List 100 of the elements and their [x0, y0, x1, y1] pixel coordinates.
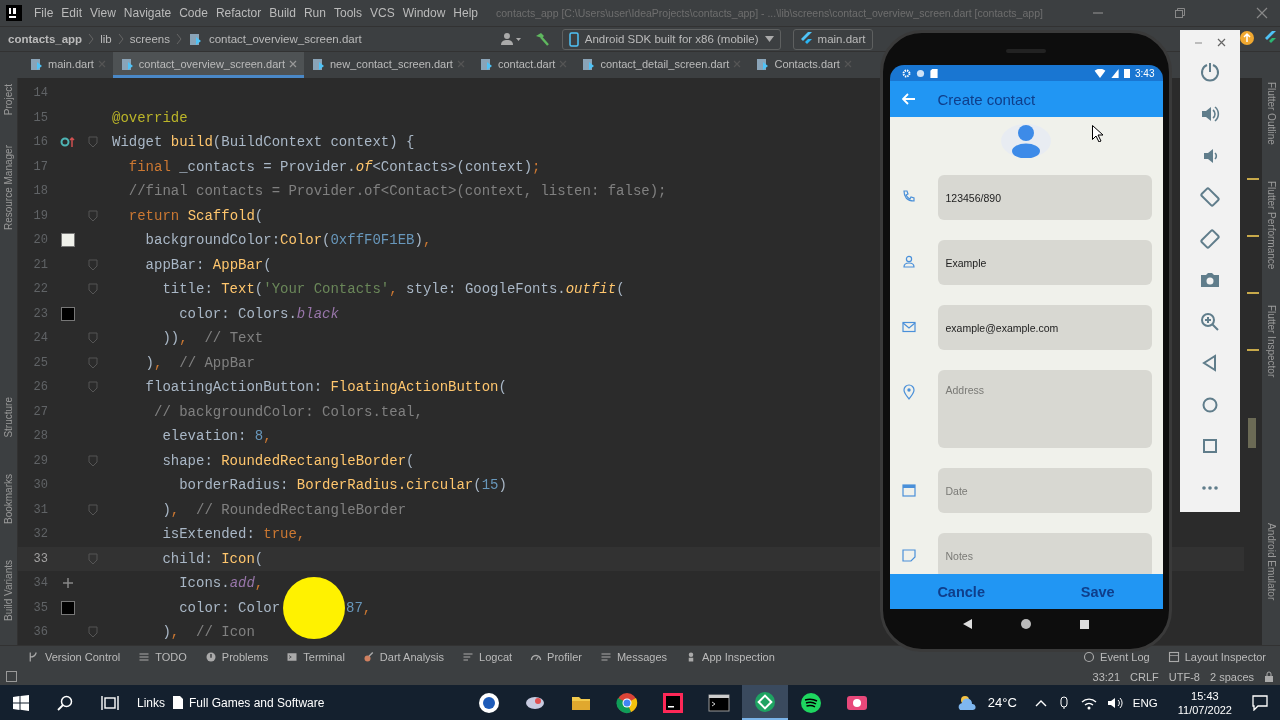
tool-window-button[interactable]: Resource Manager [3, 145, 14, 231]
color-swatch[interactable] [61, 306, 75, 321]
breadcrumb-item[interactable]: screens [129, 33, 170, 45]
taskbar-app[interactable] [742, 685, 789, 720]
color-swatch[interactable] [61, 600, 75, 615]
fold-marker-icon[interactable] [88, 552, 98, 565]
breadcrumb-item[interactable]: contact_overview_screen.dart [208, 33, 362, 45]
tool-window-button[interactable]: Project [3, 84, 14, 116]
panel-toggle-icon[interactable] [6, 671, 17, 682]
menu-item[interactable]: Refactor [211, 6, 266, 20]
tool-window-button[interactable]: Messages [599, 651, 668, 663]
input-field[interactable]: example@example.com [937, 305, 1152, 350]
fold-marker-icon[interactable] [88, 136, 98, 149]
status-item[interactable]: CRLF [1130, 670, 1159, 683]
input-field[interactable]: Example [937, 240, 1152, 285]
fold-marker-icon[interactable] [88, 503, 98, 516]
camera-icon[interactable] [1200, 270, 1220, 290]
search-icon[interactable] [57, 694, 73, 711]
windows-logo-icon[interactable] [13, 694, 29, 711]
editor-tab[interactable]: Contacts.dart [748, 52, 859, 78]
editor-tab[interactable]: main.dart [22, 52, 113, 78]
tool-window-button[interactable]: Layout Inspector [1167, 651, 1266, 663]
tool-window-button[interactable]: Structure [3, 397, 14, 438]
run-configuration-dropdown[interactable]: main.dart [792, 28, 873, 50]
rotate-left-icon[interactable] [1200, 187, 1220, 207]
editor-tab[interactable]: contact_detail_screen.dart [574, 52, 749, 78]
menu-item[interactable]: Tools [329, 6, 366, 20]
menu-item[interactable]: Help [449, 6, 483, 20]
tool-window-button[interactable]: App Inspection [685, 651, 775, 663]
plus-icon[interactable] [62, 577, 74, 590]
home-icon[interactable] [1020, 618, 1032, 630]
tool-window-button[interactable]: Terminal [286, 651, 345, 663]
scrollbar-thumb[interactable] [1248, 418, 1256, 448]
user-dropdown-icon[interactable] [499, 32, 522, 46]
caret-up-icon[interactable] [1034, 698, 1047, 707]
fold-marker-icon[interactable] [88, 283, 98, 296]
tool-window-button[interactable]: Bookmarks [3, 474, 14, 525]
tool-window-button[interactable]: Flutter Performance [1265, 180, 1277, 270]
overview-icon[interactable] [1079, 619, 1089, 629]
volume-up-icon[interactable] [1200, 104, 1220, 124]
fold-marker-icon[interactable] [88, 381, 98, 394]
breadcrumb-item[interactable]: lib [100, 33, 112, 45]
color-swatch[interactable] [61, 233, 75, 248]
status-item[interactable]: 2 spaces [1209, 670, 1254, 683]
close-icon[interactable] [1256, 7, 1268, 19]
tool-window-button[interactable]: Event Log [1083, 651, 1150, 663]
device-dropdown[interactable]: Android SDK built for x86 (mobile) [561, 28, 781, 50]
tool-window-button[interactable]: TODO [138, 651, 187, 663]
input-field[interactable]: 123456/890 [937, 175, 1152, 220]
tool-window-button[interactable]: Logcat [462, 651, 513, 663]
menu-item[interactable]: View [86, 6, 120, 20]
clock[interactable]: 15:43 11/07/2022 [1177, 688, 1232, 717]
status-item[interactable]: UTF-8 [1168, 670, 1200, 683]
tool-window-button[interactable]: Flutter Outline [1265, 82, 1277, 145]
back-icon[interactable] [963, 619, 973, 629]
power-icon[interactable] [1200, 62, 1220, 83]
editor-tab[interactable]: new_contact_screen.dart [304, 52, 472, 78]
taskbar-toolbar-label[interactable]: Links [137, 695, 165, 710]
menu-item[interactable]: Run [299, 6, 330, 20]
rotate-right-icon[interactable] [1200, 228, 1220, 249]
breadcrumb-item[interactable]: contacts_app [8, 33, 83, 45]
menu-item[interactable]: Code [175, 6, 212, 20]
editor-tab[interactable]: contact_overview_screen.dart [112, 52, 304, 78]
fold-marker-icon[interactable] [88, 356, 98, 369]
avatar[interactable] [1001, 124, 1051, 158]
tool-window-button[interactable]: Android Emulator [1265, 523, 1277, 601]
lock-icon[interactable] [1264, 670, 1274, 683]
flutter-plugin-icon[interactable] [1264, 31, 1276, 45]
back-arrow-icon[interactable] [901, 93, 916, 105]
app-logo-icon[interactable] [6, 5, 22, 21]
editor-tab[interactable]: contact.dart [471, 52, 575, 78]
action-button[interactable]: Cancle [931, 581, 991, 602]
menu-item[interactable]: Edit [57, 6, 87, 20]
temperature[interactable]: 24°C [987, 695, 1017, 710]
close-icon[interactable] [289, 59, 297, 68]
action-button[interactable]: Save [1074, 581, 1121, 602]
menu-item[interactable]: File [30, 6, 58, 20]
override-marker-icon[interactable] [60, 135, 76, 150]
tool-window-button[interactable]: Flutter Inspector [1265, 305, 1277, 378]
task-view-icon[interactable] [101, 694, 119, 711]
restore-icon[interactable] [1174, 7, 1186, 19]
close-icon[interactable] [1217, 38, 1226, 47]
fold-marker-icon[interactable] [88, 626, 98, 639]
fold-marker-icon[interactable] [88, 209, 98, 222]
menu-item[interactable]: Window [398, 6, 450, 20]
toolbar-link[interactable]: Full Games and Software [173, 695, 325, 710]
status-item[interactable]: 33:21 [1092, 670, 1121, 683]
tool-window-button[interactable]: Dart Analysis [362, 651, 445, 663]
language-indicator[interactable]: ENG [1132, 696, 1158, 709]
notification-icon[interactable] [1252, 694, 1268, 711]
input-field[interactable]: Address [937, 370, 1152, 448]
menu-item[interactable]: VCS [365, 6, 399, 20]
menu-item[interactable]: Navigate [119, 6, 176, 20]
tool-window-button[interactable]: Build Variants [3, 560, 14, 621]
fold-marker-icon[interactable] [88, 454, 98, 467]
fold-marker-icon[interactable] [88, 258, 98, 271]
fold-marker-icon[interactable] [88, 332, 98, 345]
input-field[interactable]: Notes [937, 533, 1152, 574]
zoom-icon[interactable] [1200, 311, 1220, 332]
menu-item[interactable]: Build [265, 6, 300, 20]
